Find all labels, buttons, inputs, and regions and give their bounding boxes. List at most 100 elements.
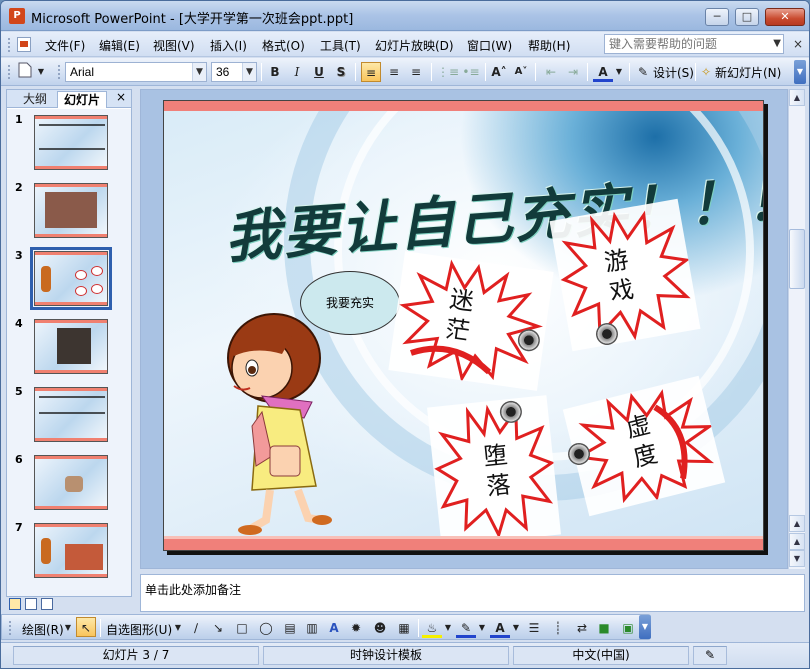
- underline-button[interactable]: U: [309, 62, 329, 82]
- chevron-down-icon[interactable]: ▼: [192, 63, 206, 81]
- toolbar-grip-icon[interactable]: [8, 620, 12, 636]
- align-center-icon[interactable]: ≡: [384, 62, 404, 82]
- design-button[interactable]: 设计(S): [653, 64, 694, 81]
- slide-thumbnail-row[interactable]: 2: [7, 177, 131, 245]
- burst-card[interactable]: 堕落: [427, 395, 561, 547]
- autoshapes-button[interactable]: 自选图形(U): [106, 621, 172, 638]
- slide-thumbnail[interactable]: [34, 387, 108, 442]
- italic-button[interactable]: I: [287, 62, 307, 82]
- chevron-down-icon[interactable]: ▼: [442, 618, 454, 638]
- chevron-down-icon[interactable]: ▼: [62, 618, 74, 638]
- shadow-button[interactable]: S: [331, 62, 351, 82]
- scroll-thumb[interactable]: [789, 229, 805, 289]
- chevron-down-icon[interactable]: ▼: [613, 62, 625, 82]
- slide-thumbnail[interactable]: [34, 455, 108, 510]
- scroll-up-icon[interactable]: ▲: [789, 89, 805, 106]
- arrow-tool-icon[interactable]: ↘: [208, 618, 228, 638]
- draw-menu-button[interactable]: 绘图(R): [22, 621, 64, 638]
- spelling-check-icon[interactable]: ✎: [693, 646, 727, 665]
- textbox-tool-icon[interactable]: ▤: [280, 618, 300, 638]
- slide-thumbnail[interactable]: [34, 523, 108, 578]
- previous-slide-icon[interactable]: ▲: [789, 533, 805, 550]
- wordart-icon[interactable]: A: [324, 618, 344, 638]
- fill-color-icon[interactable]: ♨: [422, 618, 442, 638]
- numbering-icon[interactable]: ⋮≡: [437, 62, 459, 82]
- arrow-style-icon[interactable]: ⇄: [572, 618, 592, 638]
- menu-window[interactable]: 窗口(W): [467, 37, 512, 54]
- toolbar-options-icon[interactable]: ▼: [794, 60, 806, 84]
- font-size-combo[interactable]: 36 ▼: [211, 62, 257, 82]
- font-color-icon[interactable]: A: [490, 618, 510, 638]
- increase-font-icon[interactable]: A˄: [489, 62, 509, 82]
- toolbar-grip-icon[interactable]: [7, 64, 11, 80]
- picture-icon[interactable]: ▦: [394, 618, 414, 638]
- close-button[interactable]: ✕: [765, 8, 805, 26]
- slide-thumbnail-row[interactable]: 7: [7, 517, 131, 585]
- tab-slides[interactable]: 幻灯片: [57, 91, 108, 108]
- diagram-icon[interactable]: ✹: [346, 618, 366, 638]
- rectangle-tool-icon[interactable]: □: [232, 618, 252, 638]
- new-slide-icon[interactable]: ✧: [698, 62, 714, 82]
- shadow-style-icon[interactable]: ■: [594, 618, 614, 638]
- menu-file[interactable]: 文件(F): [45, 37, 85, 54]
- clipart-icon[interactable]: ☻: [370, 618, 390, 638]
- slide-thumbnail-row[interactable]: 4: [7, 313, 131, 381]
- decrease-font-icon[interactable]: A˅: [511, 62, 531, 82]
- slide-thumbnail-selected[interactable]: [30, 247, 112, 310]
- toolbar-grip-icon[interactable]: [57, 64, 61, 80]
- minimize-button[interactable]: ─: [705, 8, 729, 26]
- help-search-box[interactable]: ▼: [604, 34, 784, 54]
- slideshow-view-icon[interactable]: [41, 598, 53, 610]
- font-color-icon[interactable]: A: [593, 62, 613, 82]
- pane-close-icon[interactable]: ×: [116, 90, 126, 104]
- toolbar-grip-icon[interactable]: [7, 37, 11, 52]
- vertical-textbox-icon[interactable]: ▥: [302, 618, 322, 638]
- 3d-style-icon[interactable]: ▣: [618, 618, 638, 638]
- menu-insert[interactable]: 插入(I): [210, 37, 247, 54]
- chevron-down-icon[interactable]: ▼: [172, 618, 184, 638]
- notes-pane[interactable]: 单击此处添加备注: [140, 574, 805, 612]
- notes-placeholder[interactable]: 单击此处添加备注: [145, 581, 241, 598]
- bold-button[interactable]: B: [265, 62, 285, 82]
- cartoon-girl-icon[interactable]: [212, 306, 332, 536]
- font-name-combo[interactable]: Arial ▼: [65, 62, 207, 82]
- slide-thumbnail[interactable]: [34, 319, 108, 374]
- bullets-icon[interactable]: •≡: [461, 62, 481, 82]
- maximize-button[interactable]: □: [735, 8, 759, 26]
- align-right-icon[interactable]: ≡: [406, 62, 426, 82]
- menu-help[interactable]: 帮助(H): [528, 37, 570, 54]
- chevron-down-icon[interactable]: ▼: [242, 63, 256, 81]
- help-search-input[interactable]: [605, 35, 765, 53]
- oval-tool-icon[interactable]: ◯: [256, 618, 276, 638]
- chevron-down-icon[interactable]: ▼: [476, 618, 488, 638]
- chevron-down-icon[interactable]: ▼: [510, 618, 522, 638]
- chevron-down-icon[interactable]: ▼: [35, 62, 47, 82]
- current-slide[interactable]: 我要让自己充实！！！ 我要充实 迷茫 游戏 堕落 虚度: [163, 100, 764, 551]
- burst-card[interactable]: 迷茫: [388, 251, 554, 391]
- slide-thumbnail-row[interactable]: 3: [7, 245, 131, 313]
- toolbar-options-icon[interactable]: ▼: [639, 615, 651, 639]
- increase-indent-icon[interactable]: ⇥: [563, 62, 583, 82]
- menu-format[interactable]: 格式(O): [262, 37, 305, 54]
- slide-thumbnail-row[interactable]: 5: [7, 381, 131, 449]
- menu-view[interactable]: 视图(V): [153, 37, 195, 54]
- slide-thumbnail-row[interactable]: 1: [7, 109, 131, 177]
- vertical-scrollbar[interactable]: ▲ ▲ ▲ ▼: [788, 89, 805, 569]
- menu-slideshow[interactable]: 幻灯片放映(D): [375, 37, 454, 54]
- slide-thumbnail[interactable]: [34, 183, 108, 238]
- select-pointer-icon[interactable]: ↖: [76, 617, 96, 637]
- dash-style-icon[interactable]: ┊: [548, 618, 568, 638]
- new-slide-button[interactable]: 新幻灯片(N): [715, 64, 781, 81]
- document-icon[interactable]: [17, 37, 31, 52]
- normal-view-icon[interactable]: [9, 598, 21, 610]
- decrease-indent-icon[interactable]: ⇤: [541, 62, 561, 82]
- new-document-icon[interactable]: [15, 62, 35, 82]
- line-style-icon[interactable]: ☰: [524, 618, 544, 638]
- menu-edit[interactable]: 编辑(E): [99, 37, 140, 54]
- burst-card[interactable]: 游戏: [549, 198, 701, 352]
- menu-tools[interactable]: 工具(T): [320, 37, 361, 54]
- design-icon[interactable]: ✎: [635, 62, 651, 82]
- slide-thumbnail-row[interactable]: 6: [7, 449, 131, 517]
- line-tool-icon[interactable]: ∕: [186, 618, 206, 638]
- align-left-icon[interactable]: ≡: [361, 62, 381, 82]
